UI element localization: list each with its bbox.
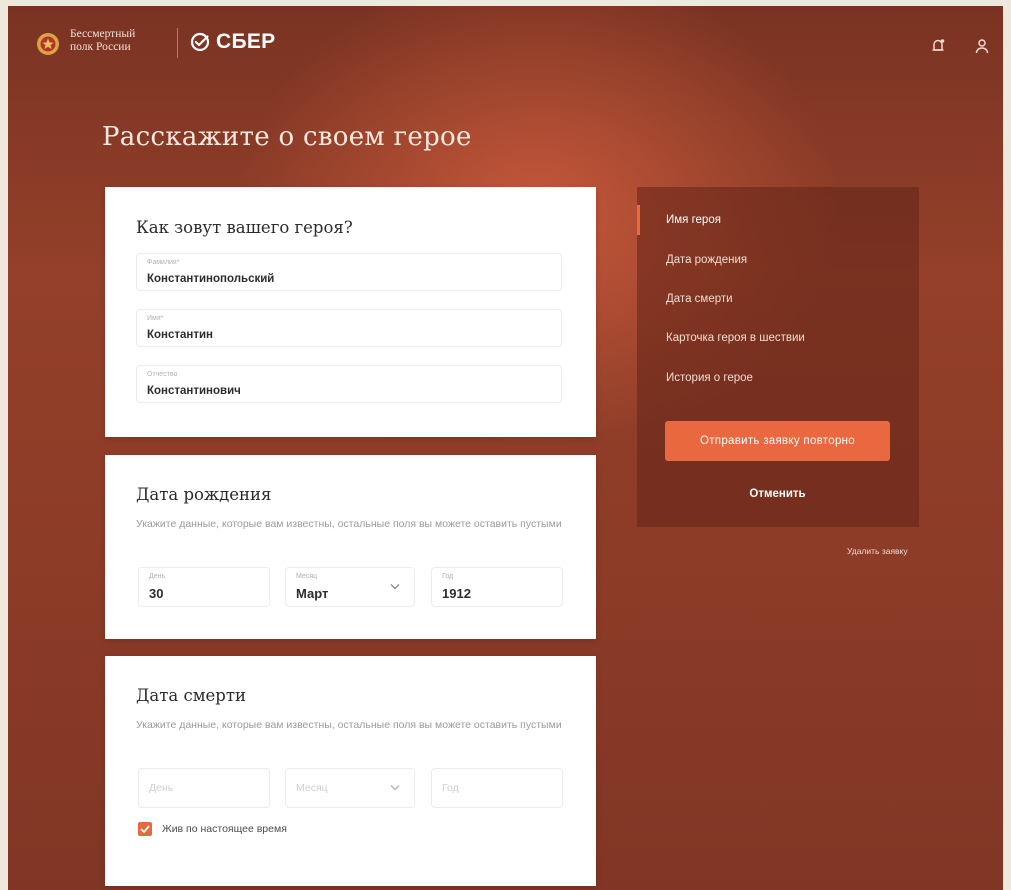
alive-label: Жив по настоящее время: [162, 823, 287, 835]
patronymic-label: Отчество: [147, 371, 178, 378]
sber-wordmark: СБЕР: [216, 30, 276, 53]
delete-request-link[interactable]: Удалить заявку: [847, 546, 908, 556]
birth-day-value: 30: [149, 586, 164, 601]
checkmark-icon: [140, 825, 150, 833]
birth-month-value: Март: [296, 586, 329, 601]
death-month-placeholder: Месяц: [296, 782, 328, 794]
patronymic-field[interactable]: Отчество Константинович: [136, 365, 562, 403]
sber-logo-icon: [190, 32, 210, 52]
sber-logo[interactable]: СБЕР: [190, 30, 275, 54]
patronymic-value: Константинович: [147, 385, 241, 397]
logo-divider: [177, 28, 178, 58]
birth-year-label: Год: [442, 573, 454, 580]
alive-checkbox-row[interactable]: Жив по настоящее время: [138, 822, 287, 836]
death-month-select[interactable]: Месяц: [285, 768, 415, 808]
sidebar-item-hero-card[interactable]: Карточка героя в шествии: [666, 332, 805, 344]
chevron-down-icon[interactable]: [390, 784, 400, 791]
sidebar-item-death-date[interactable]: Дата смерти: [666, 293, 733, 305]
hero-name-card: Как зовут вашего героя? Фамилия* Констан…: [105, 187, 596, 437]
sidebar-item-birth-date[interactable]: Дата рождения: [666, 254, 747, 266]
birth-year-field[interactable]: Год 1912: [431, 567, 563, 607]
birth-day-label: День: [149, 573, 166, 580]
first-name-value: Константин: [147, 329, 214, 341]
death-year-field[interactable]: Год: [431, 768, 563, 808]
alive-checkbox[interactable]: [138, 822, 152, 836]
brand-line-1: Бессмертный: [70, 28, 136, 40]
birth-date-hint: Укажите данные, которые вам известны, ос…: [136, 518, 562, 530]
bell-icon[interactable]: [931, 38, 945, 54]
progress-sidebar: Имя героя Дата рождения Дата смерти Карт…: [637, 187, 919, 527]
resend-request-button[interactable]: Отправить заявку повторно: [665, 421, 890, 461]
birth-month-select[interactable]: Месяц Март: [285, 567, 415, 607]
surname-label: Фамилия*: [147, 259, 180, 266]
death-day-field[interactable]: День: [138, 768, 270, 808]
birth-date-title: Дата рождения: [136, 485, 272, 504]
birth-day-field[interactable]: День 30: [138, 567, 270, 607]
first-name-field[interactable]: Имя* Константин: [136, 309, 562, 347]
page-title: Расскажите о своем герое: [102, 122, 472, 152]
active-step-indicator: [637, 205, 640, 235]
death-date-hint: Укажите данные, которые вам известны, ос…: [136, 719, 562, 731]
first-name-label: Имя*: [147, 315, 164, 322]
chevron-down-icon[interactable]: [390, 583, 400, 590]
death-day-placeholder: День: [149, 782, 174, 794]
hero-name-title: Как зовут вашего героя?: [136, 218, 353, 237]
brand-name[interactable]: Бессмертный полк России: [70, 28, 135, 54]
user-icon[interactable]: [975, 38, 989, 54]
death-year-placeholder: Год: [442, 782, 459, 794]
header: Бессмертный полк России СБЕР: [8, 6, 1003, 76]
emblem-icon[interactable]: [36, 32, 60, 56]
surname-value: Константинопольский: [147, 273, 275, 285]
sidebar-item-hero-name[interactable]: Имя героя: [666, 214, 721, 226]
sidebar-item-hero-story[interactable]: История о герое: [666, 372, 753, 384]
brand-line-2: полк России: [70, 41, 131, 53]
death-date-card: Дата смерти Укажите данные, которые вам …: [105, 656, 596, 886]
app-frame: Бессмертный полк России СБЕР Расскажите …: [8, 6, 1003, 890]
birth-month-label: Месяц: [296, 573, 318, 580]
death-date-title: Дата смерти: [136, 686, 246, 705]
cancel-button[interactable]: Отменить: [665, 481, 890, 507]
surname-field[interactable]: Фамилия* Константинопольский: [136, 253, 562, 291]
birth-year-value: 1912: [442, 586, 471, 601]
birth-date-card: Дата рождения Укажите данные, которые ва…: [105, 455, 596, 639]
